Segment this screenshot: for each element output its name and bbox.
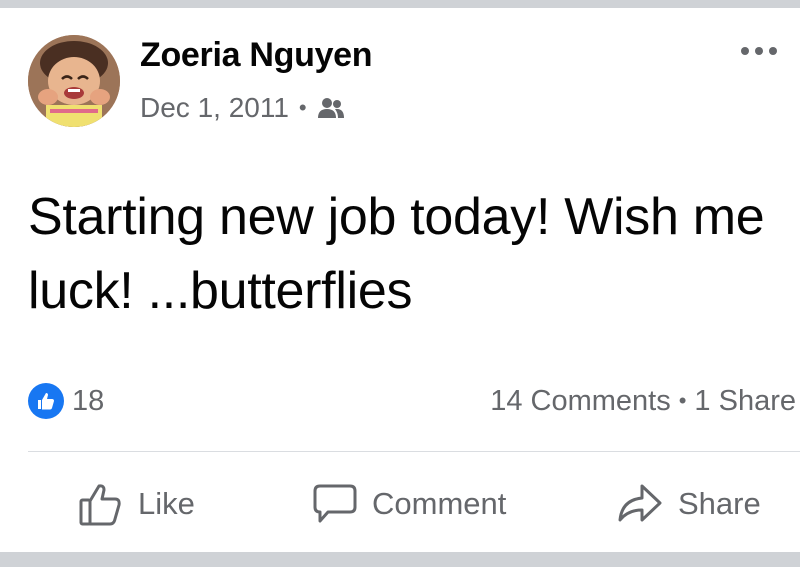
- share-button[interactable]: Share: [616, 475, 761, 533]
- like-button[interactable]: Like: [78, 475, 195, 533]
- comment-button[interactable]: Comment: [312, 475, 506, 533]
- more-options-button[interactable]: [736, 36, 782, 66]
- thumbs-up-icon: [79, 484, 121, 526]
- comments-count-link[interactable]: 14 Comments: [490, 385, 671, 418]
- shares-count-link[interactable]: 1 Share: [694, 385, 796, 418]
- share-label: Share: [678, 486, 761, 521]
- like-icon: [28, 383, 64, 419]
- action-bar: Like Comment Share: [0, 475, 800, 533]
- post-date[interactable]: Dec 1, 2011: [140, 92, 289, 124]
- comment-label: Comment: [372, 486, 507, 521]
- author-name[interactable]: Zoeria Nguyen: [140, 36, 373, 75]
- more-dots-icon: [741, 47, 777, 55]
- meta-separator: •: [298, 95, 307, 120]
- engagement-stats: 14 Comments • 1 Share: [490, 382, 796, 420]
- reaction-summary[interactable]: 18: [28, 382, 104, 420]
- friends-icon[interactable]: [317, 96, 345, 120]
- comment-icon: [313, 484, 357, 523]
- reaction-count: 18: [72, 384, 105, 417]
- post-meta: Dec 1, 2011 •: [140, 88, 345, 128]
- avatar[interactable]: [28, 35, 120, 127]
- like-label: Like: [138, 486, 195, 521]
- share-icon: [618, 484, 662, 522]
- divider: [28, 451, 800, 452]
- bottom-separator-bar: [0, 552, 800, 567]
- top-separator-bar: [0, 0, 800, 8]
- post-text: Starting new job today! Wish me luck! ..…: [28, 188, 765, 320]
- stats-separator: •: [678, 388, 687, 413]
